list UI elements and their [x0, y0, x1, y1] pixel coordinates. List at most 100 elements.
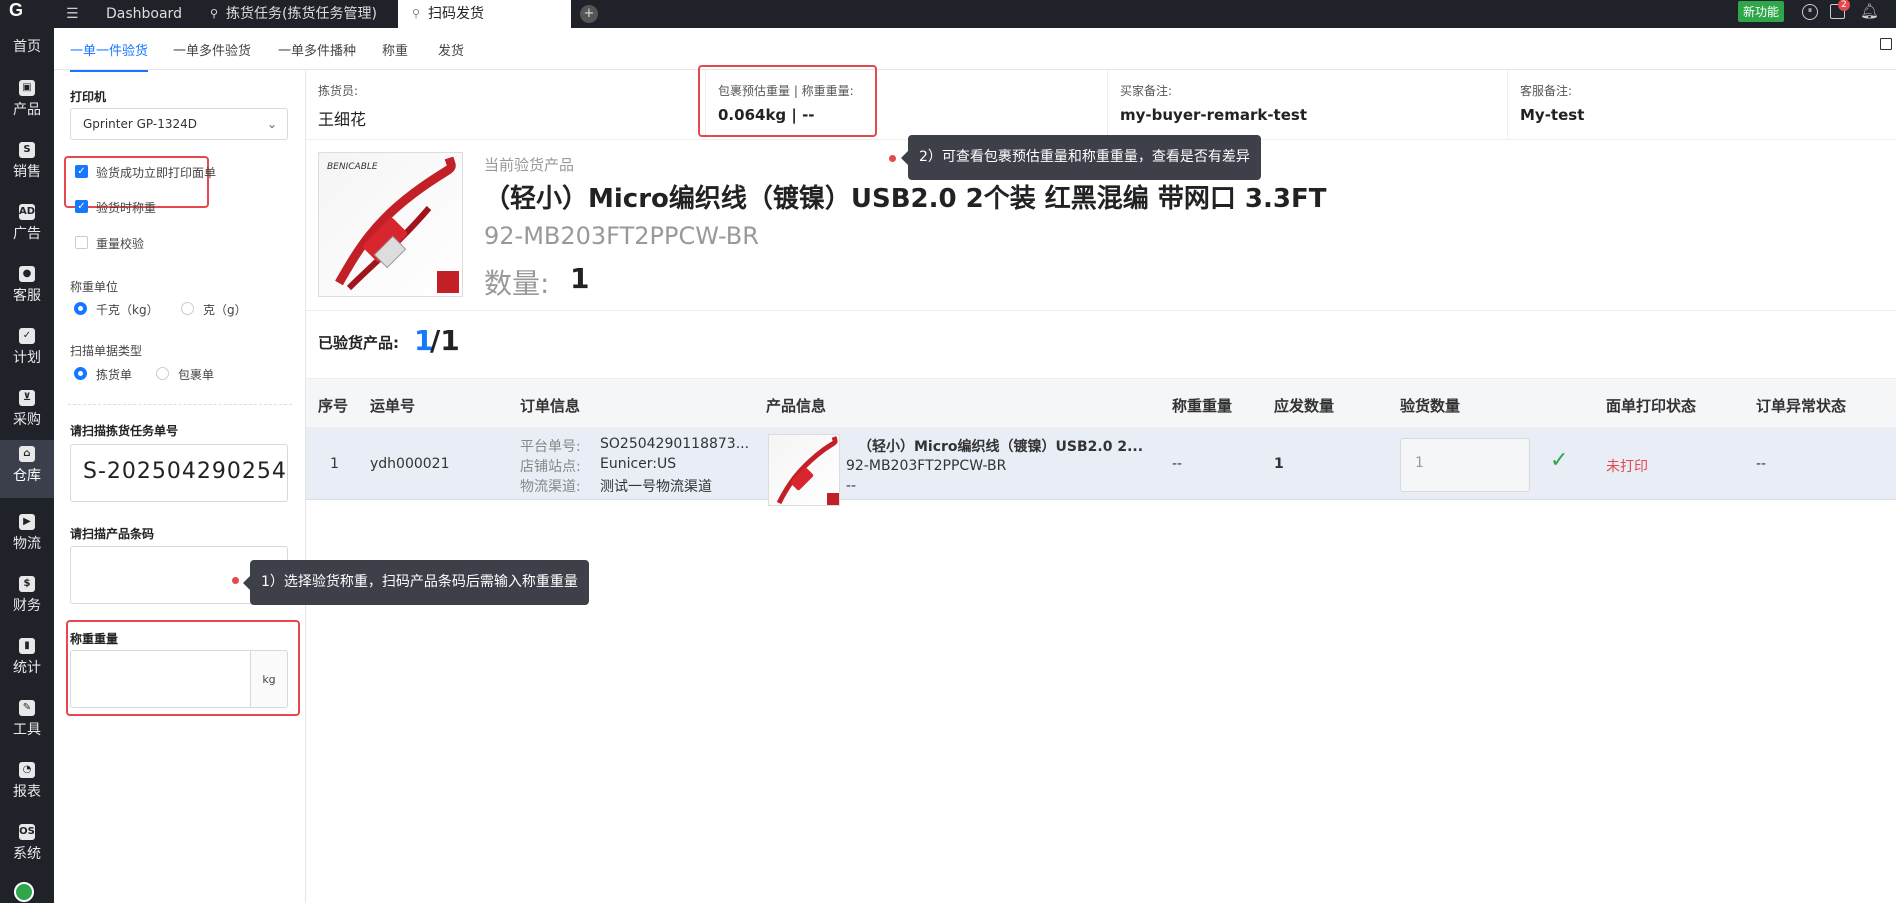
pin-icon: ⚲	[210, 7, 219, 20]
divider	[306, 310, 1896, 311]
col-waybill: 运单号	[370, 397, 416, 415]
verified-total: /1	[430, 324, 460, 357]
top-tab-bar: ☰ Dashboard ⚲ 拣货任务(拣货任务管理) ⚲ 扫码发货 + 新功能 ⏸ …	[54, 0, 1896, 28]
unit-g-label: 克（g）	[203, 303, 247, 317]
table-header: 序号 运单号 订单信息 产品信息 称重重量 应发数量 验货数量 面单打印状态 订…	[306, 378, 1896, 428]
check-mark-icon: ✓	[1550, 448, 1569, 473]
tab-scan-ship[interactable]: ⚲ 扫码发货	[398, 0, 571, 28]
row-weight: --	[1172, 456, 1183, 472]
picker-info: 拣货员: 王细花	[306, 70, 706, 140]
subtab-weigh[interactable]: 称重	[382, 40, 408, 59]
row-product-extra: --	[846, 478, 857, 494]
sidebar-item-finance[interactable]: $ 财务	[0, 570, 54, 628]
sidebar-item-report[interactable]: ◔ 报表	[0, 756, 54, 814]
row-print-status: 未打印	[1606, 459, 1648, 475]
avatar[interactable]	[14, 882, 34, 902]
sidebar-item-label: 财务	[13, 598, 41, 614]
sidebar-item-label: 产品	[13, 102, 41, 118]
cs-remark-value: My-test	[1520, 106, 1585, 124]
scan-package-radio[interactable]	[156, 367, 169, 380]
row-shop-key: 店铺站点:	[520, 459, 581, 475]
sidebar-item-label: 工具	[13, 722, 41, 738]
sidebar-item-system[interactable]: OS 系统	[0, 818, 54, 876]
weigh-unit-label: 称重单位	[70, 280, 119, 294]
annotation-dot	[232, 577, 239, 584]
report-icon: ◔	[19, 762, 35, 778]
chat-icon: ●	[19, 266, 35, 282]
col-print-status: 面单打印状态	[1606, 397, 1697, 415]
bell-icon[interactable]: 🔔︎	[1860, 2, 1879, 20]
tools-icon: ✎	[19, 700, 35, 716]
row-product-title: （轻小）Micro编织线（镀镍）USB2.0 2...	[858, 439, 1144, 455]
app-logo: G	[9, 0, 24, 20]
row-check-qty-value: 1	[1415, 455, 1424, 471]
sidebar-item-warehouse[interactable]: ⌂ 仓库	[0, 440, 54, 498]
quantity-label: 数量:	[484, 267, 550, 300]
print-on-success-label: 验货成功立即打印面单	[96, 166, 217, 180]
sidebar-item-stats[interactable]: ▮ 统计	[0, 632, 54, 690]
row-platform-value[interactable]: SO2504290118873...	[600, 436, 749, 452]
printer-select[interactable]: Gprinter GP-1324D ⌄	[70, 108, 288, 140]
sidebar-item-plan[interactable]: ✓ 计划	[0, 322, 54, 380]
row-check-qty-input[interactable]: 1	[1400, 438, 1530, 492]
weight-unit-addon: kg	[250, 650, 288, 708]
col-index: 序号	[318, 397, 349, 415]
table-row[interactable]: 1 ydh000021 平台单号: SO2504290118873... 店铺站…	[306, 428, 1896, 506]
subtab-multi-item-check[interactable]: 一单多件验货	[173, 40, 251, 59]
col-ship-qty: 应发数量	[1274, 397, 1335, 415]
ad-icon: AD	[19, 204, 35, 220]
buyer-remark-value: my-buyer-remark-test	[1120, 106, 1307, 124]
cs-remark-key: 客服备注:	[1520, 84, 1573, 98]
plan-icon: ✓	[19, 328, 35, 344]
row-shop-value: Eunicer:US	[600, 456, 677, 472]
row-waybill: ydh000021	[370, 456, 450, 472]
sidebar-item-ads[interactable]: AD 广告	[0, 198, 54, 256]
sidebar-item-service[interactable]: ● 客服	[0, 260, 54, 318]
subtab-multi-item-sow[interactable]: 一单多件播种	[278, 40, 356, 59]
sidebar-item-label: 仓库	[13, 468, 41, 484]
tab-picking-task[interactable]: ⚲ 拣货任务(拣货任务管理)	[200, 0, 389, 28]
sidebar-item-label: 客服	[13, 288, 41, 304]
weigh-on-check-label: 验货时称重	[96, 201, 157, 215]
sidebar-item-label: 广告	[13, 226, 41, 242]
col-check-qty: 验货数量	[1400, 397, 1461, 415]
help-icon[interactable]: ⏸	[1802, 4, 1818, 20]
left-settings-panel: 打印机 Gprinter GP-1324D ⌄ ✓ 验货成功立即打印面单 ✓ 验货…	[54, 70, 306, 903]
stats-icon: ▮	[19, 638, 35, 654]
product-image: BENICABLE	[318, 152, 463, 297]
notification-count-badge: 2	[1838, 0, 1850, 11]
menu-toggle-icon[interactable]: ☰	[66, 6, 79, 22]
weigh-on-check-checkbox[interactable]: ✓	[75, 200, 88, 213]
add-tab-button[interactable]: +	[580, 5, 598, 23]
divider	[68, 404, 292, 405]
sidebar-item-purchase[interactable]: ⊻ 采购	[0, 384, 54, 442]
print-on-success-checkbox[interactable]: ✓	[75, 165, 88, 178]
task-number-input[interactable]: S-2025042902547	[70, 444, 288, 502]
scan-type-label: 扫描单据类型	[70, 344, 143, 358]
scan-pick-radio[interactable]	[74, 367, 87, 380]
weight-verify-checkbox[interactable]	[75, 236, 88, 249]
subtab-ship[interactable]: 发货	[438, 40, 464, 59]
finance-icon: $	[19, 576, 35, 592]
buyer-remark-info: 买家备注: my-buyer-remark-test	[1108, 70, 1508, 140]
annotation-box-weight-info	[698, 65, 877, 137]
row-channel-key: 物流渠道:	[520, 479, 581, 495]
sidebar-item-label: 计划	[13, 350, 41, 366]
sidebar-item-logistics[interactable]: ▶ 物流	[0, 508, 54, 566]
unit-kg-label: 千克（kg）	[96, 303, 159, 317]
unit-kg-radio[interactable]	[74, 302, 87, 315]
sidebar-item-label: 统计	[13, 660, 41, 676]
sidebar-item-tools[interactable]: ✎ 工具	[0, 694, 54, 752]
sales-icon: S	[19, 142, 35, 158]
sidebar-item-sales[interactable]: S 销售	[0, 136, 54, 194]
tab-dashboard[interactable]: Dashboard	[94, 0, 194, 28]
book-icon[interactable]	[1880, 38, 1892, 50]
subtab-single-item-check[interactable]: 一单一件验货	[70, 40, 149, 72]
unit-g-radio[interactable]	[181, 302, 194, 315]
sidebar-item-label: 物流	[13, 536, 41, 552]
tab-label: 拣货任务(拣货任务管理)	[226, 6, 377, 22]
new-feature-badge[interactable]: 新功能	[1738, 1, 1785, 22]
current-product-label: 当前验货产品	[484, 156, 575, 174]
sidebar-item-product[interactable]: ▣ 产品	[0, 74, 54, 132]
row-platform-key: 平台单号:	[520, 439, 581, 455]
